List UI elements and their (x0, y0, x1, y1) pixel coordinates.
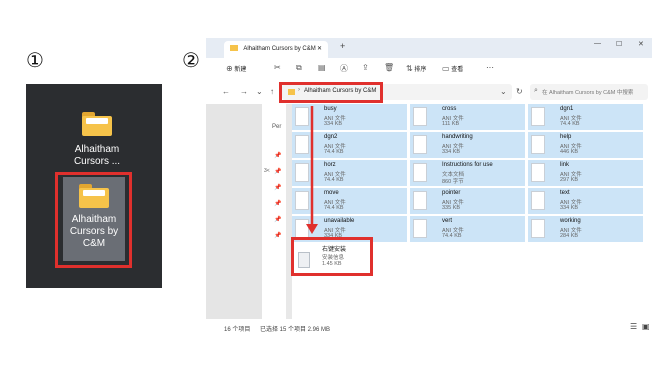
item-count: 16 个项目 (224, 327, 251, 333)
arrow-head (306, 224, 318, 234)
details-view-icon[interactable]: ☰ (630, 322, 637, 331)
tiles-view-icon[interactable]: ▣ (642, 322, 650, 331)
status-bar: 16 个项目 已选择 15 个项目 2.96 MB ☰ ▣ (218, 322, 650, 334)
selection-info: 已选择 15 个项目 2.96 MB (260, 327, 331, 333)
red-arrow-svg (306, 106, 318, 234)
